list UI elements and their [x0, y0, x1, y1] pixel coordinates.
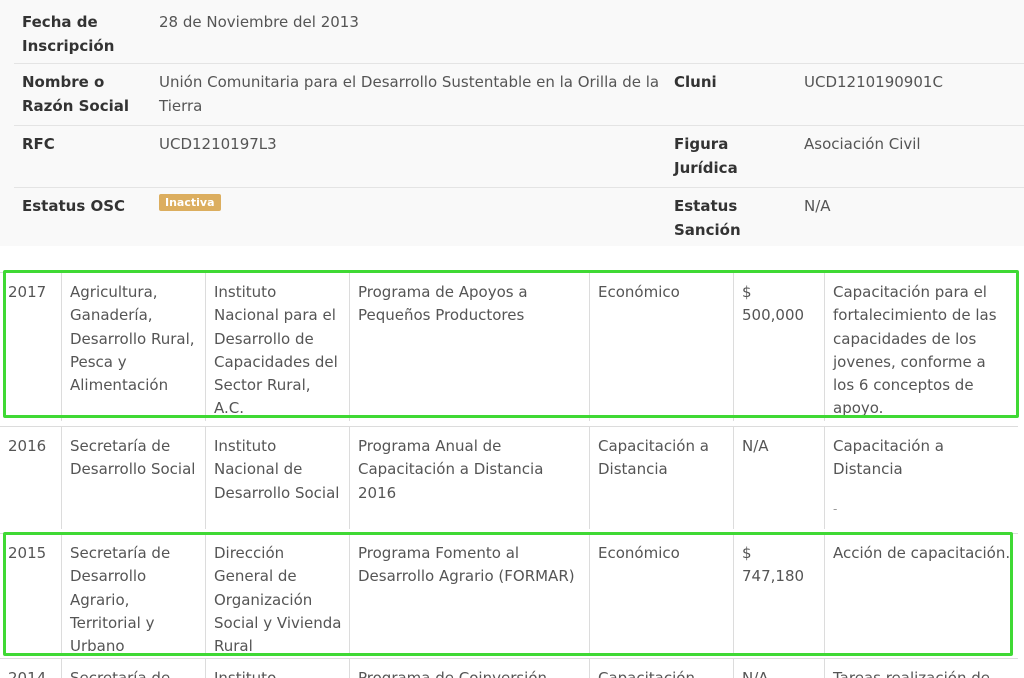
- cell-dependencia: Secretaría de Desarrollo Social: [61, 427, 205, 529]
- descripcion-text: Capacitación a Distancia: [833, 437, 944, 479]
- descripcion-extra: -: [833, 501, 838, 516]
- status-badge: Inactiva: [159, 194, 221, 211]
- estatus-label: Estatus OSC: [22, 197, 126, 215]
- info-row-rfc: RFC UCD1210197L3 Figura Jurídica Asociac…: [14, 126, 1024, 188]
- figura-value: Asociación Civil: [804, 135, 921, 153]
- info-row-estatus: Estatus OSC Inactiva Estatus Sanción N/A: [14, 188, 1024, 246]
- rfc-label: RFC: [22, 135, 55, 153]
- cell-tipo: Capacitación a Distancia: [589, 427, 733, 529]
- nombre-label: Nombre o Razón Social: [22, 73, 130, 115]
- cluni-value: UCD1210190901C: [804, 73, 943, 91]
- table-row: 2016 Secretaría de Desarrollo Social Ins…: [0, 426, 1018, 529]
- cell-instancia: Instituto: [205, 659, 349, 678]
- cell-programa: Programa Anual de Capacitación a Distanc…: [349, 427, 589, 529]
- cell-programa: Programa de Coinversión: [349, 659, 589, 678]
- nombre-value: Unión Comunitaria para el Desarrollo Sus…: [159, 73, 660, 115]
- cell-instancia: Instituto Nacional de Desarrollo Social: [205, 427, 349, 529]
- sancion-value: N/A: [804, 197, 831, 215]
- fecha-label: Fecha de Inscripción: [22, 13, 115, 55]
- highlight-box-2015: [3, 532, 1013, 656]
- cell-monto: N/A: [733, 427, 824, 529]
- cell-tipo: Capacitación: [589, 659, 733, 678]
- table-row: 2014 Secretaría de Instituto Programa de…: [0, 658, 1018, 678]
- page: Fecha de Inscripción 28 de Noviembre del…: [0, 0, 1024, 678]
- cell-descripcion: Tareas realización de: [824, 659, 1018, 678]
- info-row-fecha: Fecha de Inscripción 28 de Noviembre del…: [14, 0, 1024, 64]
- fecha-value: 28 de Noviembre del 2013: [159, 13, 359, 31]
- cell-descripcion: Capacitación a Distancia -: [824, 427, 1018, 529]
- sancion-label: Estatus Sanción: [674, 197, 741, 239]
- info-row-nombre: Nombre o Razón Social Unión Comunitaria …: [14, 64, 1024, 126]
- figura-label: Figura Jurídica: [674, 135, 738, 177]
- cell-year: 2016: [8, 437, 47, 455]
- cell-monto: N/A: [733, 659, 824, 678]
- organization-info-card: Fecha de Inscripción 28 de Noviembre del…: [0, 0, 1024, 246]
- cell-year: 2014: [8, 669, 47, 678]
- cluni-label: Cluni: [674, 73, 717, 91]
- highlight-box-2017: [3, 270, 1019, 418]
- rfc-value: UCD1210197L3: [159, 135, 277, 153]
- cell-dependencia: Secretaría de: [61, 659, 205, 678]
